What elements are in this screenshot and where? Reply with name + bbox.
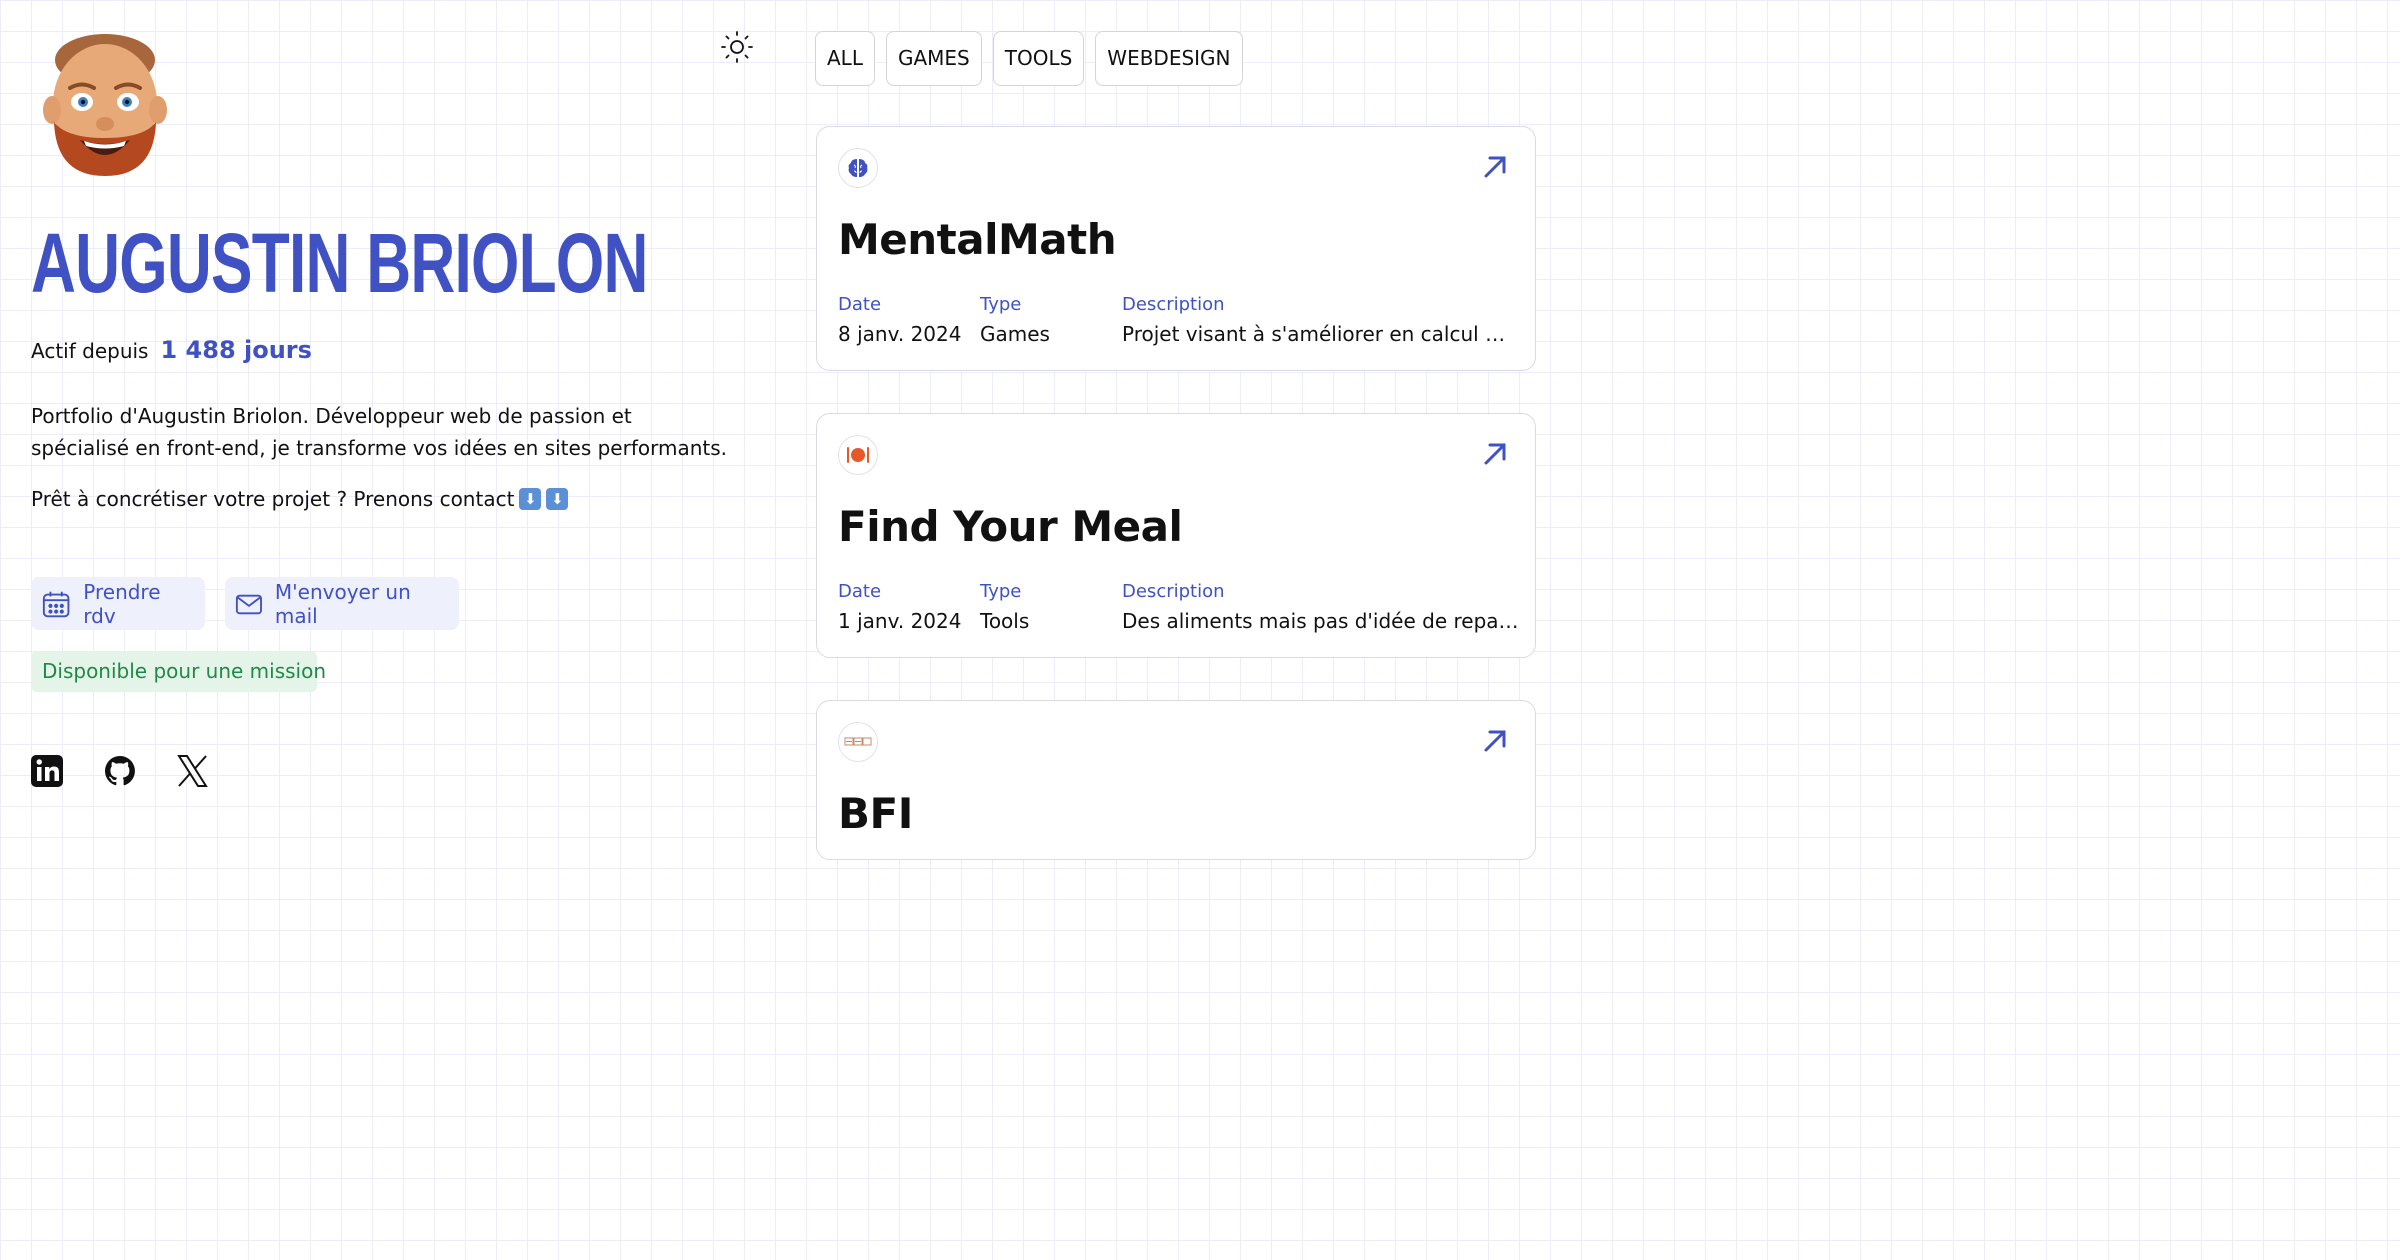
description-label: Description — [1122, 581, 1225, 602]
cta-line: Prêt à concrétiser votre projet ? Prenon… — [31, 484, 569, 514]
type-value: Games — [980, 322, 1050, 346]
send-mail-button[interactable]: M'envoyer un mail — [225, 577, 459, 630]
project-icon-frame — [838, 435, 878, 475]
project-description: Description Des aliments mais pas d'idée… — [1122, 580, 1522, 636]
avatar — [43, 34, 167, 176]
sun-icon[interactable] — [720, 30, 754, 64]
logo-icon — [844, 737, 872, 746]
project-date: Date 1 janv. 2024 — [838, 580, 961, 636]
filter-tools[interactable]: TOOLS — [992, 31, 1085, 86]
project-description: Description Projet visant à s'améliorer … — [1122, 293, 1522, 349]
project-icon-frame — [838, 722, 878, 762]
filter-bar: ALL GAMES TOOLS WEBDESIGN — [815, 31, 1243, 86]
project-date: Date 8 janv. 2024 — [838, 293, 961, 349]
brain-icon — [848, 159, 868, 177]
project-icon-frame — [838, 148, 878, 188]
description-value: Projet visant à s'améliorer en calcul me… — [1122, 322, 1522, 346]
description-value: Des aliments mais pas d'idée de repas ? … — [1122, 609, 1522, 633]
arrow-up-right-icon[interactable] — [1481, 440, 1509, 468]
type-value: Tools — [980, 609, 1030, 633]
project-title: Find Your Meal — [838, 502, 1183, 551]
project-card[interactable]: BFI — [816, 700, 1536, 860]
arrow-up-right-icon[interactable] — [1481, 153, 1509, 181]
active-since-label: Actif depuis — [31, 339, 149, 363]
description-label: Description — [1122, 294, 1225, 315]
date-label: Date — [838, 294, 882, 315]
project-type: Type Games — [980, 293, 1050, 349]
page: AUGUSTIN BRIOLON Actif depuis 1 488 jour… — [0, 0, 1568, 860]
project-card[interactable]: Find Your Meal Date 1 janv. 2024 Type To… — [816, 413, 1536, 658]
calendar-icon — [42, 591, 70, 617]
filter-webdesign[interactable]: WEBDESIGN — [1095, 31, 1243, 86]
page-title: AUGUSTIN BRIOLON — [31, 216, 648, 310]
book-meeting-label: Prendre rdv — [83, 579, 161, 628]
active-since-value: 1 488 jours — [160, 336, 312, 364]
availability-badge: Disponible pour une mission — [31, 651, 326, 692]
date-value: 8 janv. 2024 — [838, 322, 962, 346]
book-meeting-button[interactable]: Prendre rdv — [31, 577, 205, 630]
down-arrow-icon: ⬇ — [519, 488, 542, 510]
send-mail-label: M'envoyer un mail — [274, 579, 411, 628]
down-arrow-icon: ⬇ — [546, 488, 569, 510]
x-icon[interactable] — [176, 753, 210, 789]
mail-icon — [235, 594, 262, 614]
filter-all[interactable]: ALL — [815, 31, 875, 86]
bio-text: Portfolio d'Augustin Briolon. Développeu… — [31, 404, 728, 460]
arrow-up-right-icon[interactable] — [1481, 727, 1509, 755]
active-since: Actif depuis 1 488 jours — [31, 336, 312, 364]
project-title: MentalMath — [838, 215, 1117, 264]
type-label: Type — [980, 581, 1022, 602]
github-icon[interactable] — [103, 753, 137, 789]
project-title: BFI — [838, 789, 913, 838]
cta-text: Prêt à concrétiser votre projet ? Prenon… — [31, 487, 515, 511]
type-label: Type — [980, 294, 1022, 315]
filter-games[interactable]: GAMES — [885, 31, 982, 86]
project-type: Type Tools — [980, 580, 1029, 636]
date-value: 1 janv. 2024 — [838, 609, 962, 633]
project-card[interactable]: MentalMath Date 8 janv. 2024 Type Games … — [816, 126, 1536, 371]
linkedin-icon[interactable] — [30, 753, 64, 789]
date-label: Date — [838, 581, 882, 602]
plate-icon — [847, 447, 869, 463]
